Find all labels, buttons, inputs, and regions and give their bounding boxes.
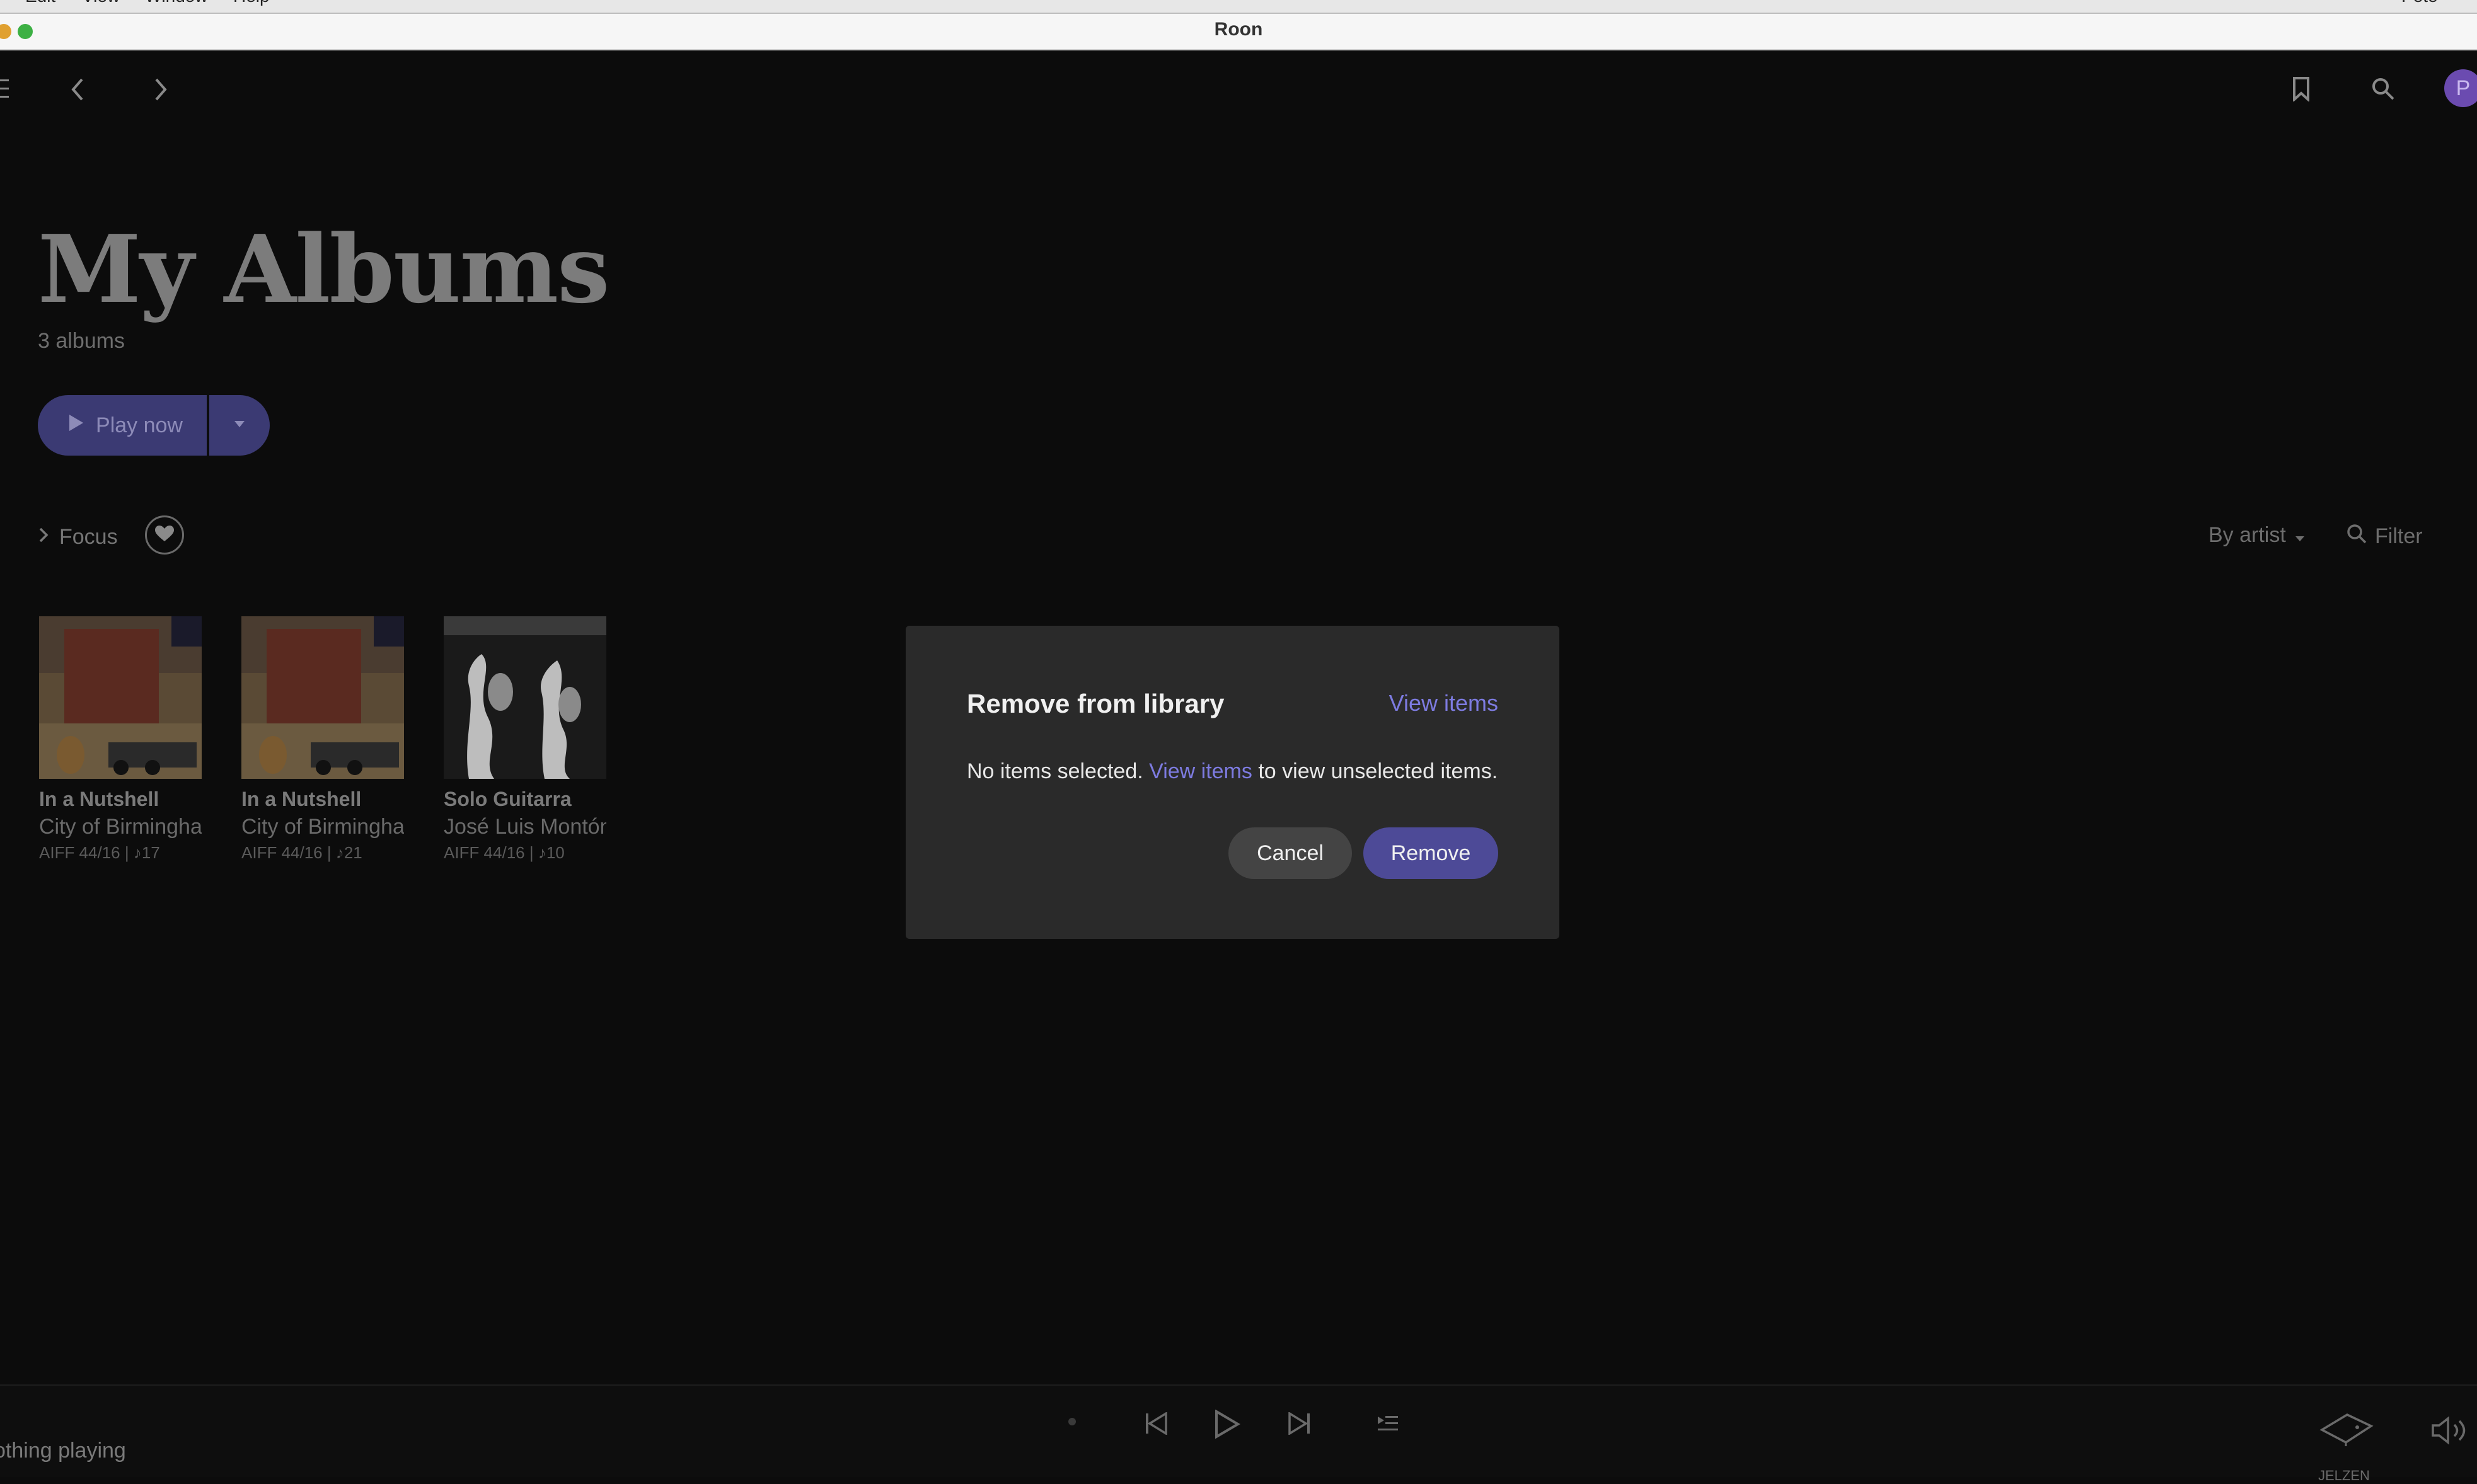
album-format: AIFF 44/16 | ♪17 (39, 843, 160, 862)
album-artist[interactable]: City of Birmingham (39, 815, 202, 839)
album-cover[interactable] (39, 616, 202, 779)
cancel-button[interactable]: Cancel (1228, 827, 1352, 879)
play-now-label: Play now (96, 413, 183, 437)
album-format: AIFF 44/16 | ♪10 (444, 843, 565, 862)
dialog-message-text: No items selected. (967, 759, 1143, 783)
sort-label: By artist (2209, 523, 2286, 547)
speaker-icon (2430, 1416, 2471, 1447)
focus-label: Focus (59, 524, 118, 549)
menu-user[interactable]: Pete (2401, 0, 2438, 6)
search-button[interactable] (2371, 77, 2395, 101)
chevron-left-icon (69, 77, 87, 102)
filter-label: Filter (2375, 524, 2423, 548)
skip-back-icon (1145, 1411, 1167, 1437)
zone-label: JELZEN (2318, 1468, 2370, 1483)
forward-button[interactable] (151, 77, 169, 102)
profile-avatar[interactable]: P (2444, 69, 2477, 107)
chevron-right-icon (38, 525, 49, 549)
album-card[interactable]: In a Nutshell City of Birmingham AIFF 44… (39, 616, 202, 863)
album-card[interactable]: In a Nutshell City of Birmingham AIFF 44… (241, 616, 404, 863)
remove-button[interactable]: Remove (1363, 827, 1498, 879)
mac-menu-bar: Edit View Window Help Pete (0, 0, 2477, 14)
window-title: Roon (1214, 19, 1263, 40)
favorites-filter-button[interactable] (145, 515, 184, 555)
view-items-link[interactable]: View items (1389, 690, 1498, 716)
album-artist[interactable]: City of Birmingham (241, 815, 404, 839)
view-items-inline-link[interactable]: View items (1149, 759, 1252, 783)
remove-from-library-dialog: Remove from library View items No items … (906, 626, 1559, 939)
volume-button[interactable] (2430, 1416, 2471, 1448)
dialog-message: No items selected. View items to view un… (967, 759, 1498, 784)
dialog-message-text-2: to view unselected items. (1258, 759, 1498, 783)
page-title: My Albums (38, 214, 609, 324)
chevron-right-icon (151, 77, 169, 102)
album-count: 3 albums (38, 329, 125, 353)
now-playing-text: othing playing (0, 1439, 126, 1463)
window-title-bar: Roon (0, 14, 2477, 50)
menu-window[interactable]: Window (145, 0, 208, 6)
play-icon (1214, 1409, 1240, 1441)
bookmark-icon (2292, 76, 2311, 101)
next-track-button[interactable] (1288, 1411, 1311, 1438)
album-artist[interactable]: José Luis Montón (444, 815, 606, 839)
sort-dropdown[interactable]: By artist (2209, 523, 2305, 548)
queue-button[interactable] (1377, 1415, 1399, 1435)
search-icon (2346, 523, 2367, 550)
heart-icon (155, 525, 174, 545)
skip-forward-icon (1288, 1411, 1311, 1437)
play-icon (68, 413, 84, 438)
transport-bar: othing playing JELZEN (0, 1384, 2477, 1483)
hamburger-icon[interactable] (0, 78, 11, 100)
menu-help[interactable]: Help (233, 0, 270, 6)
search-icon (2371, 77, 2395, 101)
album-title[interactable]: Solo Guitarra (444, 788, 606, 811)
zone-selector-button[interactable] (2319, 1411, 2374, 1452)
album-title[interactable]: In a Nutshell (241, 788, 404, 811)
dialog-title: Remove from library (967, 689, 1225, 718)
caret-down-icon (234, 420, 245, 431)
album-card[interactable]: Solo Guitarra José Luis Montón AIFF 44/1… (444, 616, 606, 863)
bookmark-button[interactable] (2292, 76, 2311, 101)
focus-toggle[interactable]: Focus (38, 518, 118, 556)
album-title[interactable]: In a Nutshell (39, 788, 202, 811)
play-now-button[interactable]: Play now (38, 395, 207, 456)
previous-track-button[interactable] (1145, 1411, 1167, 1438)
filter-button[interactable]: Filter (2346, 523, 2423, 550)
caret-down-icon (2295, 523, 2305, 548)
record-indicator-icon (1068, 1417, 1077, 1429)
back-button[interactable] (69, 77, 87, 102)
menu-view[interactable]: View (82, 0, 120, 6)
profile-initial: P (2456, 76, 2471, 100)
play-options-dropdown[interactable] (209, 395, 270, 456)
queue-icon (1377, 1416, 1399, 1435)
album-cover[interactable] (444, 616, 606, 779)
zone-device-icon (2319, 1413, 2374, 1451)
album-format: AIFF 44/16 | ♪21 (241, 843, 362, 862)
play-pause-button[interactable] (1214, 1409, 1240, 1442)
menu-edit[interactable]: Edit (25, 0, 55, 6)
album-cover[interactable] (241, 616, 404, 779)
